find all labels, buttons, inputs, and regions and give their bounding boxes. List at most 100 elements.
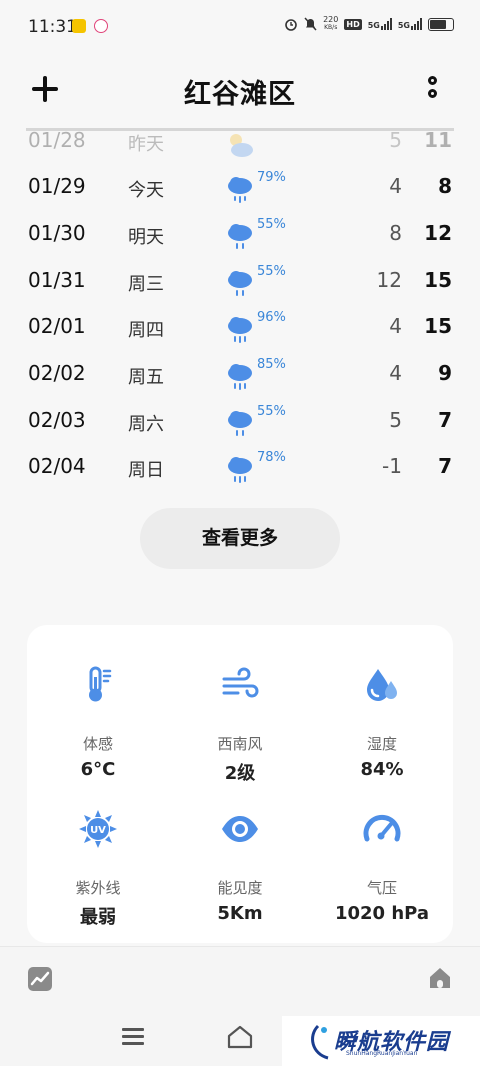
detail-label: 体感 xyxy=(82,735,113,753)
menu-line-icon xyxy=(122,1028,144,1031)
detail-label: 能见度 xyxy=(217,879,263,897)
detail-value: 1020 hPa xyxy=(334,903,430,924)
detail-feels-like: 体感 6°C xyxy=(27,665,169,795)
precip-probability: 79% xyxy=(257,170,286,185)
view-more-button[interactable]: 查看更多 xyxy=(140,508,340,569)
forecast-day: 明天 xyxy=(128,227,164,248)
detail-wind: 西南风 2级 xyxy=(169,665,311,795)
status-indicators: 220 KB/s HD 5G 5G xyxy=(284,16,454,32)
pressure-gauge-icon xyxy=(363,815,401,842)
forecast-row: 01/28 昨天 5 11 xyxy=(0,118,480,164)
precip-probability: 55% xyxy=(257,404,286,419)
app-header: 红谷滩区 xyxy=(0,52,480,128)
forecast-date: 01/28 xyxy=(28,128,86,152)
rain-icon xyxy=(228,177,252,203)
uv-icon: UV xyxy=(79,810,117,848)
menu-line-icon xyxy=(122,1035,144,1038)
detail-value: 5Km xyxy=(217,903,263,924)
app-notification-icon xyxy=(94,19,108,33)
forecast-date: 02/02 xyxy=(28,361,86,385)
forecast-row: 02/04 周日 78% -1 7 xyxy=(0,444,480,490)
svg-text:UV: UV xyxy=(90,825,106,836)
high-temp: 7 xyxy=(438,408,452,432)
wind-icon xyxy=(222,667,259,698)
signal-bars-icon xyxy=(411,18,422,30)
detail-humidity: 湿度 84% xyxy=(311,665,453,795)
low-temp: 4 xyxy=(389,314,402,338)
precip-probability: 85% xyxy=(257,357,286,372)
signal-indicator-1: 5G xyxy=(368,18,392,30)
detail-value: 2级 xyxy=(224,763,256,784)
high-temp: 8 xyxy=(438,174,452,198)
high-temp: 9 xyxy=(438,361,452,385)
forecast-date: 01/30 xyxy=(28,221,86,245)
home-tab-button[interactable] xyxy=(427,965,453,991)
hd-badge: HD xyxy=(344,18,362,30)
detail-pressure: 气压 1020 hPa xyxy=(311,809,453,939)
more-options-button[interactable] xyxy=(424,76,444,106)
home-outline-icon xyxy=(227,1025,253,1049)
forecast-day: 周六 xyxy=(128,414,164,435)
low-temp: 4 xyxy=(389,361,402,385)
forecast-row: 02/01 周四 96% 4 15 xyxy=(0,304,480,350)
forecast-day: 周日 xyxy=(128,460,164,481)
detail-visibility: 能见度 5Km xyxy=(169,809,311,939)
status-time: 11:31 xyxy=(28,17,77,37)
alarm-icon xyxy=(285,19,297,31)
rain-icon xyxy=(228,411,252,436)
visibility-icon xyxy=(222,816,258,842)
low-temp: 5 xyxy=(389,408,402,432)
detail-label: 西南风 xyxy=(217,735,263,753)
more-dot-icon xyxy=(428,89,437,98)
home-icon xyxy=(430,968,450,988)
page-title: 红谷滩区 xyxy=(184,79,296,110)
low-temp: 12 xyxy=(376,268,402,292)
forecast-row: 01/30 明天 55% 8 12 xyxy=(0,211,480,257)
forecast-date: 02/01 xyxy=(28,314,86,338)
mute-icon xyxy=(304,17,317,31)
recent-apps-button[interactable] xyxy=(122,1028,144,1046)
signal-indicator-2: 5G xyxy=(398,18,422,30)
low-temp: 5 xyxy=(389,128,402,152)
forecast-date: 01/29 xyxy=(28,174,86,198)
app-notification-icon xyxy=(72,19,86,33)
signal-bars-icon xyxy=(380,18,392,30)
rain-icon xyxy=(228,364,252,390)
forecast-day: 昨天 xyxy=(128,134,164,155)
detail-label: 湿度 xyxy=(366,735,397,753)
detail-label: 气压 xyxy=(366,879,397,897)
precip-probability: 55% xyxy=(257,264,286,279)
forecast-row: 02/03 周六 55% 5 7 xyxy=(0,398,480,444)
detail-value: 6°C xyxy=(80,759,116,780)
rain-icon xyxy=(228,457,252,483)
high-temp: 12 xyxy=(424,221,452,245)
detail-value: 最弱 xyxy=(80,907,116,928)
forecast-day: 周三 xyxy=(128,274,164,295)
high-temp: 15 xyxy=(424,268,452,292)
forecast-row: 01/29 今天 79% 4 8 xyxy=(0,164,480,210)
low-temp: -1 xyxy=(382,454,402,478)
high-temp: 15 xyxy=(424,314,452,338)
forecast-row: 01/31 周三 55% 12 15 xyxy=(0,258,480,304)
network-speed: 220 KB/s xyxy=(323,15,339,32)
forecast-day: 周五 xyxy=(128,367,164,388)
forecast-row: 02/02 周五 85% 4 9 xyxy=(0,351,480,397)
detail-value: 84% xyxy=(360,759,404,780)
thermometer-icon xyxy=(89,666,112,702)
precip-probability: 96% xyxy=(257,310,286,325)
system-home-button[interactable] xyxy=(226,1024,254,1050)
high-temp: 11 xyxy=(424,128,452,152)
forecast-date: 01/31 xyxy=(28,268,86,292)
rain-icon xyxy=(228,224,252,249)
weather-details-card: 体感 6°C 西南风 2级 湿度 84% UV 紫外线 最弱 能见度 5Km 气… xyxy=(27,625,453,943)
trend-chart-icon xyxy=(30,971,50,986)
trend-chart-tab-button[interactable] xyxy=(28,967,52,991)
humidity-icon xyxy=(367,669,397,701)
forecast-date: 02/04 xyxy=(28,454,86,478)
forecast-day: 今天 xyxy=(128,180,164,201)
rain-icon xyxy=(228,271,252,296)
forecast-day: 周四 xyxy=(128,320,164,341)
rain-icon xyxy=(228,317,252,343)
precip-probability: 78% xyxy=(257,450,286,465)
low-temp: 8 xyxy=(389,221,402,245)
